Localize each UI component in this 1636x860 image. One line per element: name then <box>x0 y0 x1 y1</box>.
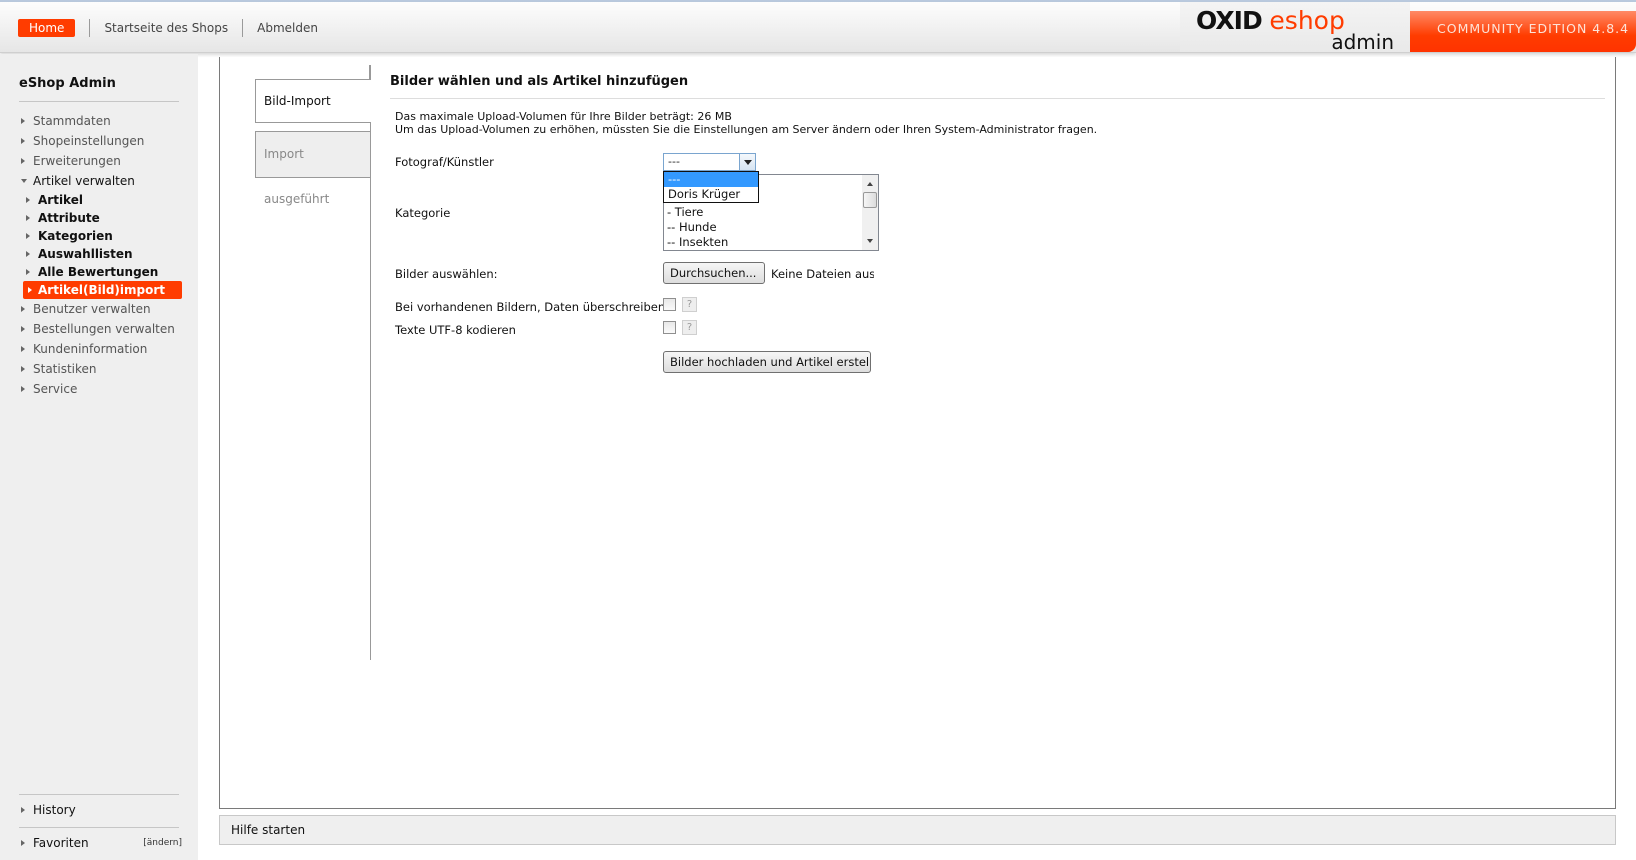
caret-right-icon <box>21 366 25 372</box>
caret-down-icon <box>21 179 27 183</box>
caret-right-icon <box>26 269 30 275</box>
caret-right-icon <box>21 138 25 144</box>
browse-button[interactable]: Durchsuchen... <box>663 262 765 284</box>
sidebar: eShop Admin Stammdaten Shopeinstellungen… <box>0 54 198 860</box>
sidebar-subitem-kategorien[interactable]: Kategorien <box>20 227 182 245</box>
top-nav: Home Startseite des Shops Abmelden <box>18 19 318 37</box>
logo-admin-text: admin <box>1331 30 1394 54</box>
help-icon[interactable]: ? <box>682 297 697 312</box>
sidebar-item-service[interactable]: Service <box>20 379 182 399</box>
artist-label: Fotograf/Künstler <box>395 155 494 169</box>
sidebar-menu: Stammdaten Shopeinstellungen Erweiterung… <box>20 111 182 399</box>
overwrite-checkbox[interactable] <box>663 298 676 311</box>
form-title: Bilder wählen und als Artikel hinzufügen <box>390 74 689 89</box>
divider <box>19 101 179 102</box>
sidebar-item-statistiken[interactable]: Statistiken <box>20 359 182 379</box>
scrollbar-thumb[interactable] <box>863 192 877 208</box>
divider <box>19 827 179 828</box>
nav-separator <box>242 19 244 37</box>
upload-hint-text: Um das Upload-Volumen zu erhöhen, müsste… <box>395 123 1098 136</box>
sidebar-subitem-artikel[interactable]: Artikel <box>20 191 182 209</box>
tab-import-ausgefuehrt[interactable]: Import ausgeführt <box>255 131 371 206</box>
logout-link[interactable]: Abmelden <box>257 21 318 35</box>
files-label: Bilder auswählen: <box>395 267 498 281</box>
caret-right-icon <box>26 215 30 221</box>
sidebar-item-artikel-verwalten[interactable]: Artikel verwalten <box>20 171 182 191</box>
listbox-scrollbar[interactable] <box>862 175 878 250</box>
tab-bild-import[interactable]: Bild-Import <box>255 79 371 123</box>
home-link[interactable]: Home <box>18 19 76 37</box>
utf8-checkbox[interactable] <box>663 321 676 334</box>
sidebar-title: eShop Admin <box>19 76 116 91</box>
category-option[interactable]: -- Insekten <box>667 235 728 250</box>
oxid-logo: OXID eshop admin <box>1180 2 1410 54</box>
artist-dropdown-list: --- Doris Krüger <box>663 171 759 203</box>
caret-right-icon <box>21 807 25 813</box>
upload-limit-text: Das maximale Upload-Volumen für Ihre Bil… <box>395 110 732 123</box>
category-label: Kategorie <box>395 206 451 220</box>
sidebar-item-shopeinstellungen[interactable]: Shopeinstellungen <box>20 131 182 151</box>
overwrite-label: Bei vorhandenen Bildern, Daten überschre… <box>395 300 666 314</box>
sidebar-subitem-alle-bewertungen[interactable]: Alle Bewertungen <box>20 263 182 281</box>
caret-right-icon <box>21 326 25 332</box>
sidebar-subitem-artikel-bild-import[interactable]: Artikel(Bild)import <box>23 281 182 299</box>
caret-right-icon <box>26 251 30 257</box>
history-toggle[interactable]: History <box>20 800 182 820</box>
start-help-link[interactable]: Hilfe starten <box>231 823 305 837</box>
caret-right-icon <box>21 306 25 312</box>
caret-right-icon <box>26 233 30 239</box>
shop-start-link[interactable]: Startseite des Shops <box>104 21 228 35</box>
file-status-text: Keine Dateien ausgewählt. <box>771 267 874 281</box>
divider <box>19 794 179 795</box>
favorites-toggle[interactable]: Favoriten [ändern] <box>20 833 182 853</box>
sidebar-item-kundeninformation[interactable]: Kundeninformation <box>20 339 182 359</box>
utf8-label: Texte UTF-8 kodieren <box>395 323 516 337</box>
artist-select-value: --- <box>668 155 680 168</box>
caret-right-icon <box>21 346 25 352</box>
sidebar-subitem-attribute[interactable]: Attribute <box>20 209 182 227</box>
favorites-change-link[interactable]: [ändern] <box>143 833 182 853</box>
artist-option[interactable]: Doris Krüger <box>664 187 758 202</box>
upload-info: Das maximale Upload-Volumen für Ihre Bil… <box>395 110 1097 136</box>
caret-right-icon <box>21 118 25 124</box>
edition-badge: COMMUNITY EDITION 4.8.4 <box>1410 11 1636 52</box>
category-option[interactable]: - Tiere <box>667 205 728 220</box>
category-option[interactable]: -- Hunde <box>667 220 728 235</box>
help-icon[interactable]: ? <box>682 320 697 335</box>
upload-and-create-button[interactable]: Bilder hochladen und Artikel erstellen <box>663 351 871 373</box>
caret-right-icon <box>28 287 32 293</box>
caret-right-icon <box>21 840 25 846</box>
caret-right-icon <box>26 197 30 203</box>
artist-option[interactable]: --- <box>664 172 758 187</box>
sidebar-item-benutzer-verwalten[interactable]: Benutzer verwalten <box>20 299 182 319</box>
caret-right-icon <box>21 158 25 164</box>
chevron-down-icon[interactable] <box>739 154 755 170</box>
artist-select[interactable]: --- <box>663 153 756 171</box>
caret-right-icon <box>21 386 25 392</box>
category-options: - Tiere -- Hunde -- Insekten <box>667 205 728 250</box>
scroll-up-arrow-icon[interactable] <box>867 182 873 186</box>
sidebar-item-bestellungen-verwalten[interactable]: Bestellungen verwalten <box>20 319 182 339</box>
help-bar: Hilfe starten <box>219 815 1616 845</box>
sidebar-item-stammdaten[interactable]: Stammdaten <box>20 111 182 131</box>
sidebar-item-erweiterungen[interactable]: Erweiterungen <box>20 151 182 171</box>
nav-separator <box>89 19 91 37</box>
tabs-divider-top <box>369 65 370 79</box>
content-panel <box>219 57 1616 809</box>
sidebar-subitem-auswahllisten[interactable]: Auswahllisten <box>20 245 182 263</box>
scroll-down-arrow-icon[interactable] <box>867 239 873 243</box>
logo-brand: OXID eshop <box>1196 6 1345 35</box>
divider <box>390 98 1605 99</box>
